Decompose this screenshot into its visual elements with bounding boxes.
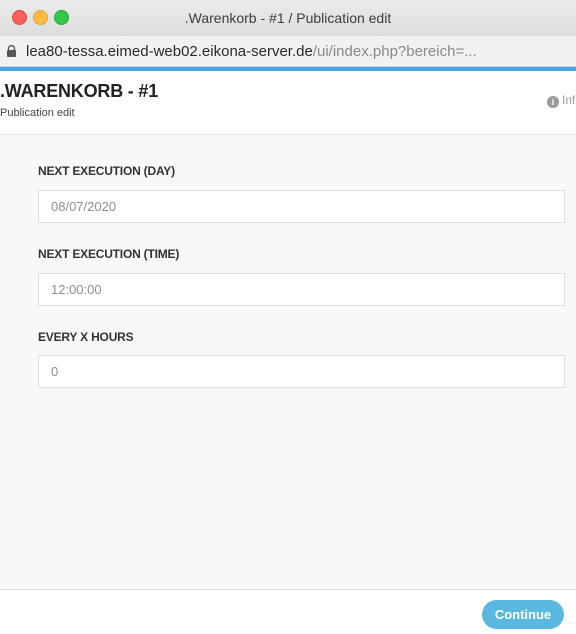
window-title: .Warenkorb - #1 / Publication edit (184, 10, 392, 26)
info-link[interactable]: iInfo (546, 93, 576, 108)
dialog-header: .WARENKORB - #1 Publication edit iInfo (0, 71, 576, 135)
title-bar: .Warenkorb - #1 / Publication edit (0, 0, 576, 37)
next-execution-day-label: NEXT EXECUTION (DAY) (38, 164, 175, 178)
next-execution-time-label: NEXT EXECUTION (TIME) (38, 247, 180, 261)
info-label: Info (561, 93, 576, 107)
next-execution-time-input[interactable]: 12:00:00 (38, 273, 565, 306)
lock-icon (7, 45, 16, 57)
url-path: /ui/index.php?bereich=... (312, 43, 477, 60)
every-x-hours-label: EVERY X HOURS (38, 330, 134, 344)
address-bar[interactable]: lea80-tessa.eimed-web02.eikona-server.de… (0, 36, 576, 67)
next-execution-day-input[interactable]: 08/07/2020 (38, 190, 565, 223)
url-host: lea80-tessa.eimed-web02.eikona-server.de (26, 43, 313, 60)
info-icon: i (546, 96, 559, 108)
continue-button[interactable]: Continue (482, 600, 564, 629)
every-x-hours-input[interactable]: 0 (38, 355, 565, 388)
page-title: .WARENKORB - #1 (0, 81, 159, 101)
dialog-footer: Continue (0, 589, 576, 634)
browser-window: .Warenkorb - #1 / Publication edit lea80… (0, 0, 576, 634)
publication-form: NEXT EXECUTION (DAY) 08/07/2020 NEXT EXE… (0, 135, 576, 589)
page-subtitle: Publication edit (0, 107, 75, 119)
url-text[interactable]: lea80-tessa.eimed-web02.eikona-server.de… (26, 43, 477, 60)
